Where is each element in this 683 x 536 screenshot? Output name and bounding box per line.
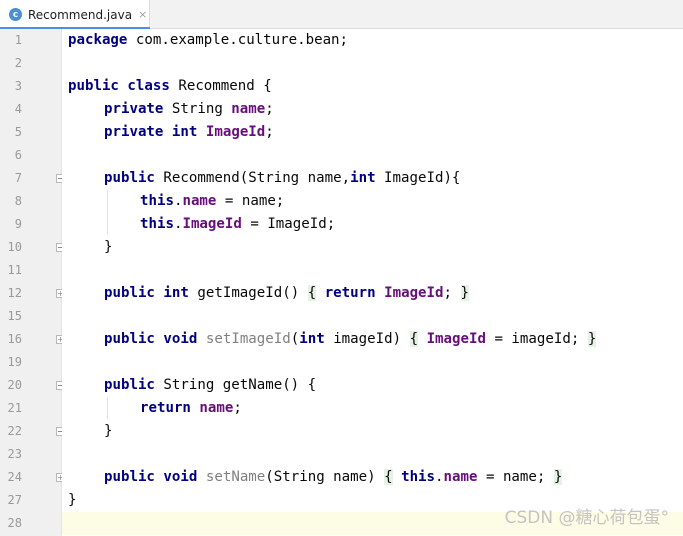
close-icon[interactable]: × (138, 8, 147, 21)
code-line-20: public String getName() { (104, 377, 317, 393)
tab-recommend-java[interactable]: c Recommend.java × (0, 0, 150, 30)
code-line-4: private String name; (104, 101, 274, 117)
line-number: 6 (14, 148, 22, 162)
line-number: 1 (14, 33, 22, 47)
line-number: 12 (7, 286, 22, 300)
code-line-8: this.name = name; (140, 193, 285, 209)
line-number: 5 (14, 125, 22, 139)
line-number: 3 (14, 79, 22, 93)
line-number: 20 (7, 378, 22, 392)
line-number: 27 (7, 493, 22, 507)
line-number: 8 (14, 194, 22, 208)
code-line-22: } (104, 423, 113, 439)
java-class-icon: c (9, 8, 22, 21)
tab-title: Recommend.java (28, 7, 133, 22)
watermark: CSDN @糖心荷包蛋° (504, 508, 669, 528)
line-number: 15 (7, 309, 22, 323)
code-line-10: } (104, 239, 113, 255)
indent-guide (107, 397, 108, 419)
code-line-21: return name; (140, 400, 242, 416)
line-number: 9 (14, 217, 22, 231)
code-line-5: private int ImageId; (104, 124, 274, 140)
code-line-1: package com.example.culture.bean; (68, 32, 349, 48)
line-number: 2 (14, 56, 22, 70)
indent-guide (107, 190, 108, 234)
code-line-3: public class Recommend { (68, 78, 272, 94)
code-line-16: public void setImageId(int imageId) { Im… (104, 331, 597, 347)
line-number: 21 (7, 401, 22, 415)
line-number: 16 (7, 332, 22, 346)
code-line-7: public Recommend(String name,int ImageId… (104, 170, 461, 186)
line-number: 4 (14, 102, 22, 116)
line-number: 19 (7, 355, 22, 369)
code-line-27: } (68, 492, 77, 508)
line-number: 7 (14, 171, 22, 185)
line-number: 10 (7, 240, 22, 254)
line-number: 23 (7, 447, 22, 461)
code-line-12: public int getImageId() { return ImageId… (104, 285, 470, 301)
line-number: 22 (7, 424, 22, 438)
editor-tab-bar: c Recommend.java × (0, 0, 683, 30)
code-line-9: this.ImageId = ImageId; (140, 216, 336, 232)
line-number: 28 (7, 516, 22, 530)
line-number-gutter: 1 2 3 4 5 6 7 8 9 10 11 12 15 16 19 20 2… (0, 29, 65, 536)
line-number: 24 (7, 470, 22, 484)
code-line-24: public void setName(String name) { this.… (104, 469, 563, 485)
line-number: 11 (7, 263, 22, 277)
